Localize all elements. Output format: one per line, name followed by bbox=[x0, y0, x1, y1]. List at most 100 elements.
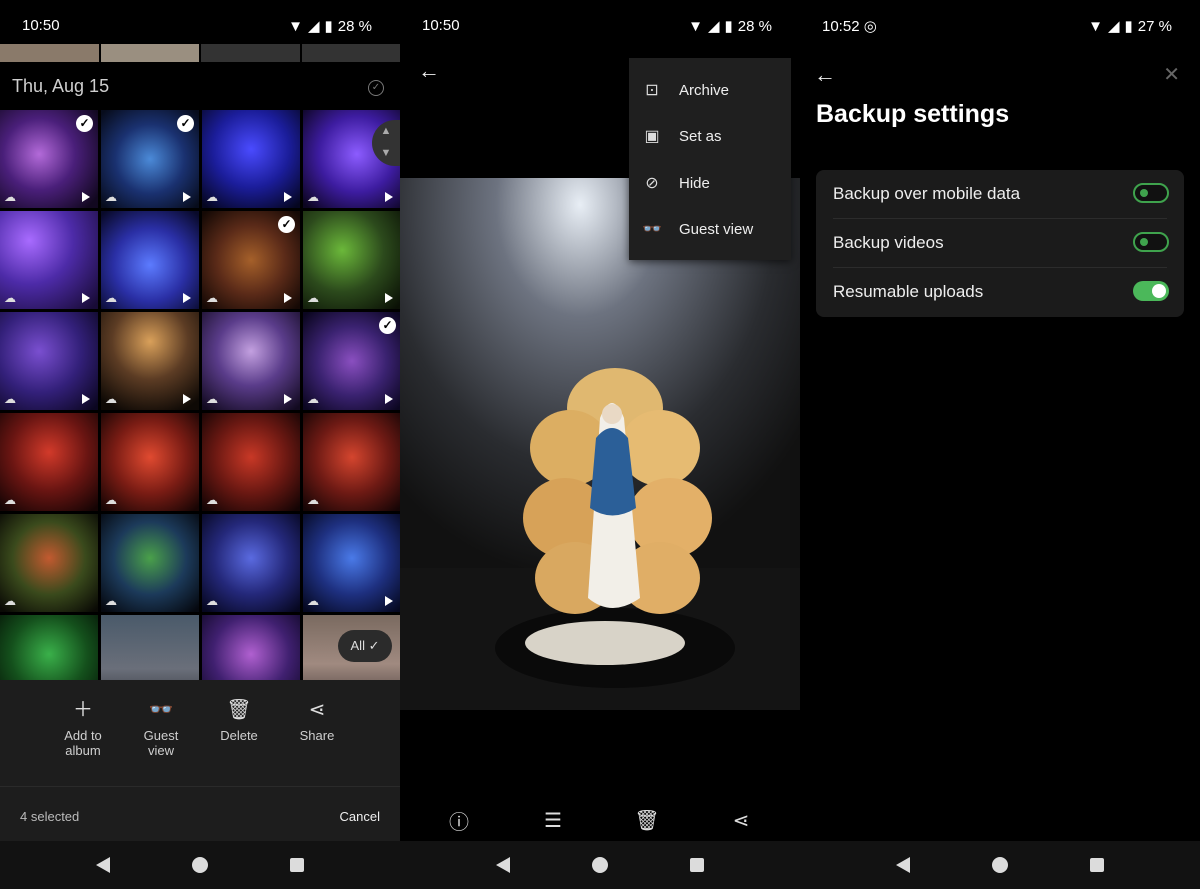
battery-level: 27 % bbox=[1137, 17, 1172, 35]
cloud-off-icon: ☁ bbox=[4, 392, 16, 406]
play-icon bbox=[385, 394, 393, 404]
date-group-header[interactable]: Thu, Aug 15 ✓ bbox=[0, 62, 400, 110]
close-icon[interactable]: ✕ bbox=[1163, 62, 1180, 87]
photo-thumbnail[interactable]: ☁ bbox=[303, 211, 400, 309]
photo-thumbnail[interactable]: ☁ bbox=[101, 211, 199, 309]
menu-archive-label: Archive bbox=[679, 81, 730, 99]
guest-icon: 👓 bbox=[642, 221, 662, 238]
nav-home-icon[interactable] bbox=[192, 857, 208, 873]
photo-thumbnail[interactable]: ✓ ☁ bbox=[202, 211, 300, 309]
status-bar: 10:52 ◎ ▼ ◢ ▮ 27 % bbox=[800, 0, 1200, 50]
status-bar: 10:50 ▼ ◢ ▮ 28 % bbox=[0, 0, 400, 50]
back-arrow-icon[interactable]: ← bbox=[814, 62, 836, 88]
play-icon bbox=[385, 293, 393, 303]
menu-item-set-as[interactable]: ▣ Set as bbox=[629, 113, 791, 159]
share-button[interactable]: ⋖ Share bbox=[293, 698, 341, 786]
nav-home-icon[interactable] bbox=[992, 857, 1008, 873]
nav-recents-icon[interactable] bbox=[290, 858, 304, 872]
mobile-data-toggle[interactable] bbox=[1133, 183, 1169, 203]
selected-check-icon: ✓ bbox=[379, 317, 396, 334]
photo-thumbnail[interactable]: ☁ bbox=[101, 312, 199, 410]
nav-home-icon[interactable] bbox=[592, 857, 608, 873]
battery-icon: ▮ bbox=[724, 18, 733, 35]
cloud-off-icon: ☁ bbox=[307, 392, 319, 406]
status-icons: ▼ ◢ ▮ 27 % bbox=[1088, 17, 1172, 36]
setting-resumable-uploads[interactable]: Resumable uploads bbox=[816, 268, 1184, 317]
backup-videos-toggle[interactable] bbox=[1133, 232, 1169, 252]
photo-thumbnail[interactable]: ☁ bbox=[0, 211, 98, 309]
cloud-off-icon: ☁ bbox=[206, 392, 218, 406]
photo-thumbnail[interactable]: ☁ bbox=[202, 110, 300, 208]
previous-row-strip bbox=[0, 44, 400, 62]
delete-button[interactable]: 🗑 Delete bbox=[215, 698, 263, 786]
wifi-icon: ▼ bbox=[688, 17, 703, 35]
menu-item-archive[interactable]: ⊡ Archive bbox=[629, 67, 791, 113]
status-time: 10:50 bbox=[422, 17, 460, 34]
battery-icon: ▮ bbox=[324, 18, 333, 35]
trash-icon[interactable]: 🗑 bbox=[627, 808, 667, 833]
photo-thumbnail[interactable]: ☁ bbox=[202, 514, 300, 612]
cloud-off-icon: ☁ bbox=[307, 190, 319, 204]
play-icon bbox=[82, 293, 90, 303]
select-all-label: All bbox=[350, 638, 365, 653]
photo-thumbnail[interactable]: ☁ bbox=[202, 413, 300, 511]
play-icon bbox=[284, 192, 292, 202]
info-icon[interactable]: ⓘ bbox=[439, 806, 479, 835]
add-to-album-button[interactable]: ＋ Add to album bbox=[59, 698, 107, 786]
date-label: Thu, Aug 15 bbox=[12, 76, 110, 96]
play-icon bbox=[183, 192, 191, 202]
photo-thumbnail[interactable]: ☁ bbox=[303, 514, 400, 612]
signal-icon: ◢ bbox=[307, 18, 320, 35]
menu-item-hide[interactable]: ⊘ Hide bbox=[629, 160, 791, 206]
share-label: Share bbox=[299, 728, 335, 743]
back-arrow-icon[interactable]: ← bbox=[418, 58, 440, 84]
status-time: 10:52 ◎ bbox=[822, 17, 877, 35]
guest-icon: 👓 bbox=[148, 699, 174, 721]
system-nav-bar bbox=[400, 841, 800, 889]
nav-back-icon[interactable] bbox=[96, 857, 110, 873]
wifi-icon: ▼ bbox=[1088, 17, 1103, 35]
backup-settings-card: Backup over mobile data Backup videos Re… bbox=[816, 170, 1184, 317]
share-icon: ⋖ bbox=[308, 699, 326, 721]
play-icon bbox=[82, 192, 90, 202]
gallery-select-screen: 10:50 ▼ ◢ ▮ 28 % Thu, Aug 15 ✓ ✓ ☁ ✓ ☁ ☁ ☁… bbox=[0, 0, 400, 889]
cloud-off-icon: ☁ bbox=[206, 291, 218, 305]
whatsapp-icon: ◎ bbox=[863, 18, 877, 35]
setting-label: Backup over mobile data bbox=[833, 184, 1021, 203]
cloud-off-icon: ☁ bbox=[105, 392, 117, 406]
share-icon[interactable]: ⋖ bbox=[721, 808, 761, 833]
photo-thumbnail[interactable]: ☁ bbox=[101, 413, 199, 511]
setting-backup-mobile-data[interactable]: Backup over mobile data bbox=[816, 170, 1184, 219]
select-all-button[interactable]: All ✓ bbox=[338, 630, 392, 662]
menu-item-guest-view[interactable]: 👓 Guest view bbox=[629, 206, 791, 252]
select-group-icon[interactable]: ✓ bbox=[368, 80, 384, 96]
resumable-uploads-toggle[interactable] bbox=[1133, 281, 1169, 301]
status-time: 10:50 bbox=[22, 17, 60, 34]
selection-footer: 4 selected Cancel bbox=[0, 786, 400, 842]
wifi-icon: ▼ bbox=[288, 17, 303, 35]
nav-back-icon[interactable] bbox=[496, 857, 510, 873]
play-icon bbox=[385, 596, 393, 606]
photo-thumbnail[interactable]: ☁ bbox=[0, 312, 98, 410]
nav-recents-icon[interactable] bbox=[1090, 858, 1104, 872]
edit-icon[interactable]: ☰ bbox=[533, 808, 573, 833]
play-icon bbox=[284, 394, 292, 404]
signal-icon: ◢ bbox=[1107, 18, 1120, 35]
photo-thumbnail[interactable]: ☁ bbox=[202, 312, 300, 410]
photo-thumbnail[interactable]: ✓ ☁ bbox=[101, 110, 199, 208]
setting-backup-videos[interactable]: Backup videos bbox=[816, 219, 1184, 268]
play-icon bbox=[284, 293, 292, 303]
plus-icon: ＋ bbox=[73, 699, 93, 721]
battery-level: 28 % bbox=[737, 17, 772, 35]
photo-thumbnail[interactable]: ☁ bbox=[0, 514, 98, 612]
photo-thumbnail[interactable]: ✓ ☁ bbox=[0, 110, 98, 208]
photo-thumbnail[interactable]: ✓ ☁ bbox=[303, 312, 400, 410]
nav-recents-icon[interactable] bbox=[690, 858, 704, 872]
system-nav-bar bbox=[800, 841, 1200, 889]
guest-view-button[interactable]: 👓 Guest view bbox=[137, 698, 185, 786]
cancel-button[interactable]: Cancel bbox=[340, 809, 380, 824]
photo-thumbnail[interactable]: ☁ bbox=[303, 413, 400, 511]
nav-back-icon[interactable] bbox=[896, 857, 910, 873]
photo-thumbnail[interactable]: ☁ bbox=[0, 413, 98, 511]
photo-thumbnail[interactable]: ☁ bbox=[101, 514, 199, 612]
